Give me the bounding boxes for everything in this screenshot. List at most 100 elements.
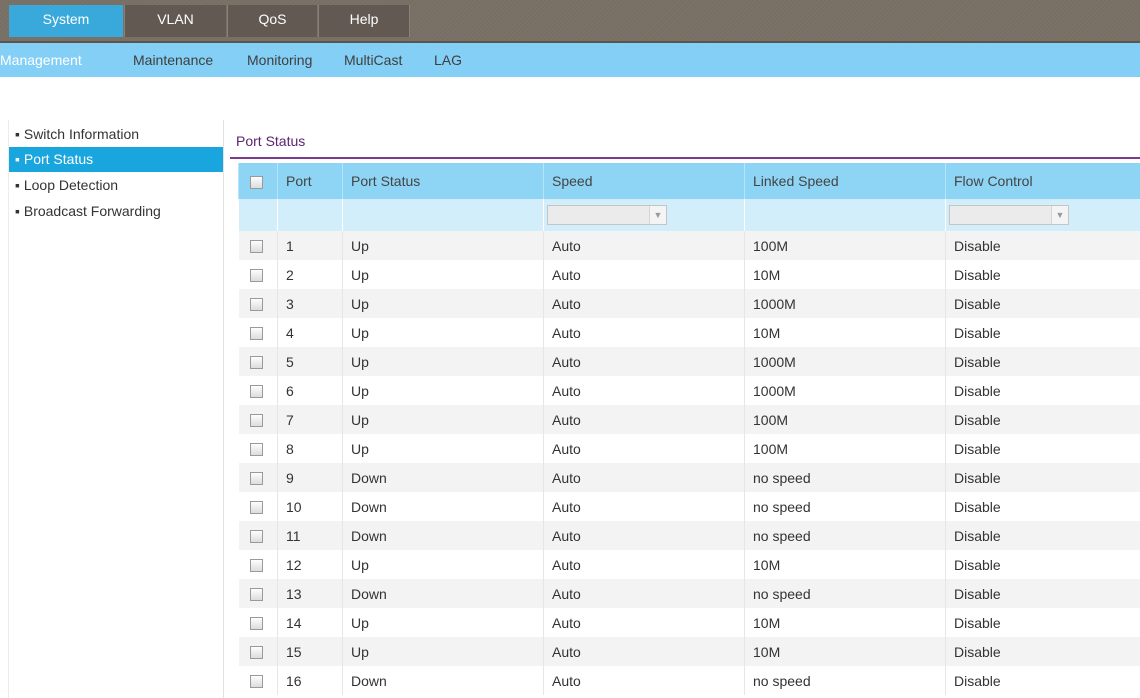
- sidebar-item-switch-information[interactable]: ▪ Switch Information: [9, 121, 223, 147]
- table-row[interactable]: 11 Down Auto no speed Disable: [238, 521, 1140, 550]
- row-select-cell: [238, 608, 278, 637]
- table-row[interactable]: 2 Up Auto 10M Disable: [238, 260, 1140, 289]
- linked-speed-cell: 1000M: [744, 347, 946, 376]
- table-row[interactable]: 13 Down Auto no speed Disable: [238, 579, 1140, 608]
- row-checkbox[interactable]: [249, 385, 263, 399]
- table-row[interactable]: 6 Up Auto 1000M Disable: [238, 376, 1140, 405]
- row-checkbox[interactable]: [249, 298, 263, 312]
- linked-speed-cell: 1000M: [744, 289, 946, 318]
- row-select-cell: [238, 318, 278, 347]
- column-header-linked-speed: Linked Speed: [744, 163, 946, 199]
- tab-help[interactable]: Help: [318, 5, 410, 37]
- status-cell: Up: [342, 376, 544, 405]
- table-row[interactable]: 3 Up Auto 1000M Disable: [238, 289, 1140, 318]
- table-row[interactable]: 7 Up Auto 100M Disable: [238, 405, 1140, 434]
- linked-speed-cell: 100M: [744, 231, 946, 260]
- sidebar-item-loop-detection[interactable]: ▪ Loop Detection: [9, 172, 223, 198]
- table-row[interactable]: 15 Up Auto 10M Disable: [238, 637, 1140, 666]
- row-checkbox[interactable]: [249, 501, 263, 515]
- subnav-lag[interactable]: LAG: [434, 43, 462, 77]
- flow-control-cell: Disable: [945, 579, 1140, 608]
- sidebar-item-port-status[interactable]: ▪ Port Status: [9, 147, 223, 172]
- speed-cell: Auto: [543, 434, 745, 463]
- flow-control-cell: Disable: [945, 492, 1140, 521]
- row-select-cell: [238, 376, 278, 405]
- flow-control-cell: Disable: [945, 666, 1140, 695]
- port-cell: 10: [277, 492, 343, 521]
- status-cell: Down: [342, 492, 544, 521]
- row-checkbox[interactable]: [249, 559, 263, 573]
- table-row[interactable]: 5 Up Auto 1000M Disable: [238, 347, 1140, 376]
- status-cell: Up: [342, 405, 544, 434]
- linked-speed-cell: 10M: [744, 608, 946, 637]
- chevron-down-icon: ▼: [1051, 206, 1068, 224]
- subnav-multicast[interactable]: MultiCast: [344, 43, 402, 77]
- speed-cell: Auto: [543, 666, 745, 695]
- subnav-monitoring[interactable]: Monitoring: [247, 43, 312, 77]
- status-cell: Up: [342, 347, 544, 376]
- row-checkbox[interactable]: [249, 530, 263, 544]
- port-cell: 7: [277, 405, 343, 434]
- table-row[interactable]: 8 Up Auto 100M Disable: [238, 434, 1140, 463]
- table-row[interactable]: 9 Down Auto no speed Disable: [238, 463, 1140, 492]
- status-cell: Down: [342, 521, 544, 550]
- port-status-table: Port Port Status Speed Linked Speed Flow…: [238, 163, 1140, 695]
- speed-cell: Auto: [543, 231, 745, 260]
- flow-control-cell: Disable: [945, 405, 1140, 434]
- row-checkbox[interactable]: [249, 356, 263, 370]
- sidebar-item-label: Port Status: [23, 151, 94, 167]
- table-row[interactable]: 12 Up Auto 10M Disable: [238, 550, 1140, 579]
- tab-vlan[interactable]: VLAN: [124, 5, 226, 37]
- status-cell: Up: [342, 637, 544, 666]
- port-cell: 14: [277, 608, 343, 637]
- linked-speed-cell: no speed: [744, 492, 946, 521]
- flow-control-cell: Disable: [945, 637, 1140, 666]
- row-checkbox[interactable]: [249, 472, 263, 486]
- subnav-maintenance[interactable]: Maintenance: [133, 43, 213, 77]
- row-select-cell: [238, 463, 278, 492]
- speed-cell: Auto: [543, 376, 745, 405]
- speed-filter-select[interactable]: ▼: [547, 205, 667, 225]
- row-checkbox[interactable]: [249, 240, 263, 254]
- flow-control-cell: Disable: [945, 608, 1140, 637]
- table-row[interactable]: 1 Up Auto 100M Disable: [238, 231, 1140, 260]
- subnav-management[interactable]: Management: [0, 43, 82, 77]
- row-checkbox[interactable]: [249, 675, 263, 689]
- row-select-cell: [238, 637, 278, 666]
- status-cell: Up: [342, 260, 544, 289]
- select-all-checkbox[interactable]: [250, 175, 263, 189]
- speed-cell: Auto: [543, 260, 745, 289]
- row-checkbox[interactable]: [249, 414, 263, 428]
- status-cell: Down: [342, 579, 544, 608]
- row-select-cell: [238, 289, 278, 318]
- port-cell: 5: [277, 347, 343, 376]
- linked-speed-cell: no speed: [744, 463, 946, 492]
- table-row[interactable]: 10 Down Auto no speed Disable: [238, 492, 1140, 521]
- table-row[interactable]: 14 Up Auto 10M Disable: [238, 608, 1140, 637]
- row-checkbox[interactable]: [249, 443, 263, 457]
- flow-control-cell: Disable: [945, 463, 1140, 492]
- table-row[interactable]: 16 Down Auto no speed Disable: [238, 666, 1140, 695]
- column-header-port: Port: [277, 163, 343, 199]
- sidebar-item-broadcast-forwarding[interactable]: ▪ Broadcast Forwarding: [9, 198, 223, 224]
- linked-speed-cell: 1000M: [744, 376, 946, 405]
- linked-speed-cell: 10M: [744, 550, 946, 579]
- speed-cell: Auto: [543, 289, 745, 318]
- flow-control-filter-select[interactable]: ▼: [949, 205, 1069, 225]
- status-cell: Up: [342, 608, 544, 637]
- select-all-cell: [238, 163, 278, 199]
- tab-system[interactable]: System: [9, 5, 123, 37]
- sidebar-item-label: Broadcast Forwarding: [23, 203, 161, 219]
- table-row[interactable]: 4 Up Auto 10M Disable: [238, 318, 1140, 347]
- flow-control-cell: Disable: [945, 231, 1140, 260]
- row-checkbox[interactable]: [249, 646, 263, 660]
- tab-qos[interactable]: QoS: [227, 5, 317, 37]
- row-checkbox[interactable]: [249, 617, 263, 631]
- speed-cell: Auto: [543, 550, 745, 579]
- row-checkbox[interactable]: [249, 269, 263, 283]
- column-header-speed: Speed: [543, 163, 745, 199]
- row-checkbox[interactable]: [249, 327, 263, 341]
- speed-cell: Auto: [543, 492, 745, 521]
- row-checkbox[interactable]: [249, 588, 263, 602]
- flow-control-cell: Disable: [945, 318, 1140, 347]
